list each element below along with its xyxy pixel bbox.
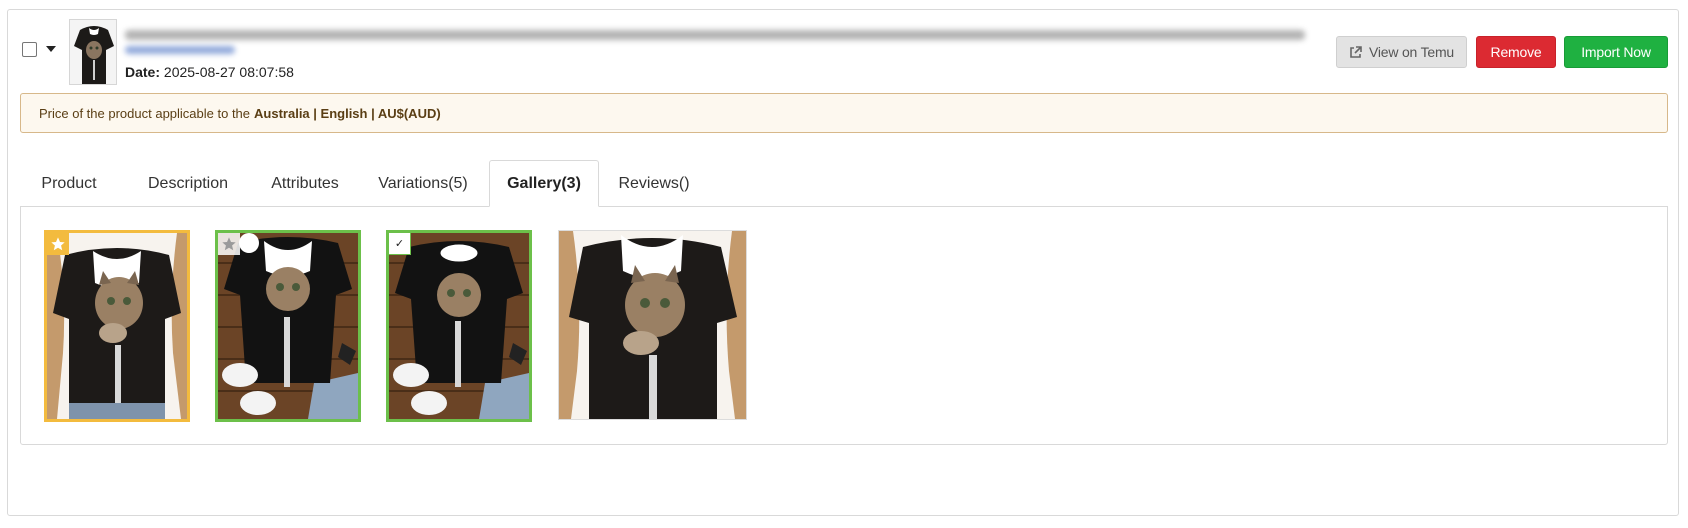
product-tabs: Product Description Attributes Variation… (20, 160, 1668, 207)
chevron-down-icon[interactable] (46, 46, 56, 52)
import-now-button[interactable]: Import Now (1564, 36, 1668, 68)
star-icon[interactable] (47, 233, 69, 255)
external-link-icon (1350, 45, 1362, 58)
product-select-checkbox[interactable] (22, 42, 37, 57)
gallery-image-1[interactable] (44, 230, 190, 422)
notice-text: Price of the product applicable to the (39, 105, 251, 121)
tab-product[interactable]: Product (20, 161, 118, 207)
remove-label: Remove (1490, 44, 1542, 60)
tab-attributes[interactable]: Attributes (257, 161, 353, 207)
gallery-image-4[interactable] (558, 230, 747, 420)
notice-region: Australia | English | AU$(AUD) (254, 105, 441, 121)
price-region-notice: Price of the product applicable to the A… (20, 93, 1668, 133)
check-icon[interactable]: ✓ (389, 233, 411, 255)
view-on-temu-button[interactable]: View on Temu (1336, 36, 1467, 68)
select-radio[interactable] (239, 233, 259, 253)
gallery-image-2[interactable] (215, 230, 361, 422)
gallery-image-3[interactable]: ✓ (386, 230, 532, 422)
product-card: Date: 2025-08-27 08:07:58 View on Temu R… (7, 9, 1679, 516)
product-date: Date: 2025-08-27 08:07:58 (125, 64, 294, 80)
view-on-temu-label: View on Temu (1368, 44, 1455, 60)
tab-reviews[interactable]: Reviews() (606, 161, 702, 207)
tab-description[interactable]: Description (125, 161, 251, 207)
remove-button[interactable]: Remove (1476, 36, 1556, 68)
star-icon[interactable] (218, 233, 240, 255)
import-now-label: Import Now (1581, 44, 1651, 60)
tab-variations[interactable]: Variations(5) (360, 161, 486, 207)
gallery-panel: ✓ (20, 206, 1668, 445)
product-thumbnail[interactable] (69, 19, 117, 85)
product-title-blurred (125, 26, 1315, 56)
tab-gallery[interactable]: Gallery(3) (489, 160, 599, 207)
